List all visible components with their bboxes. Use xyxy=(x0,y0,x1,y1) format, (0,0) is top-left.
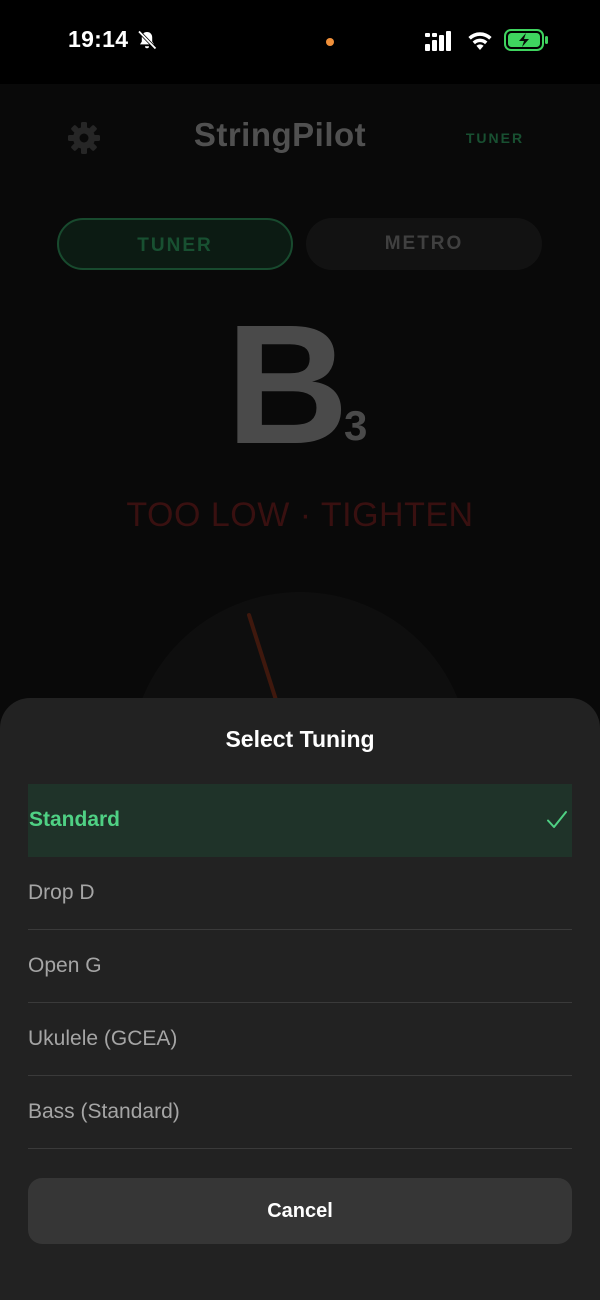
cancel-button[interactable]: Cancel xyxy=(28,1178,572,1244)
battery-charging-icon xyxy=(504,29,548,51)
tuning-option-standard[interactable]: Standard xyxy=(28,784,572,857)
checkmark-icon xyxy=(547,811,567,828)
tuning-option-ukulele[interactable]: Ukulele (GCEA) xyxy=(28,1003,572,1076)
tuning-option-label: Ukulele (GCEA) xyxy=(28,1027,178,1050)
tuning-option-label: Standard xyxy=(29,808,121,831)
status-time: 19:14 xyxy=(68,26,129,52)
wifi-icon xyxy=(468,32,492,50)
bell-muted-icon xyxy=(137,30,157,50)
camera-indicator-dot xyxy=(326,38,334,46)
tuning-options-list: Standard Drop D Open G Ukulele (GCEA) Ba… xyxy=(28,784,572,1149)
signal-icon xyxy=(425,31,451,51)
tuning-sheet: Select Tuning Standard Drop D Open G Uku… xyxy=(0,698,600,1300)
status-bar: 19:14 xyxy=(0,0,600,84)
tuning-option-label: Bass (Standard) xyxy=(28,1100,180,1123)
tuning-option-bass[interactable]: Bass (Standard) xyxy=(28,1076,572,1149)
tuning-option-drop-d[interactable]: Drop D xyxy=(28,857,572,930)
tuning-option-label: Open G xyxy=(28,954,102,977)
sheet-title: Select Tuning xyxy=(225,726,375,752)
tuning-option-open-g[interactable]: Open G xyxy=(28,930,572,1003)
dynamic-island xyxy=(214,16,386,68)
tuning-option-label: Drop D xyxy=(28,881,95,904)
